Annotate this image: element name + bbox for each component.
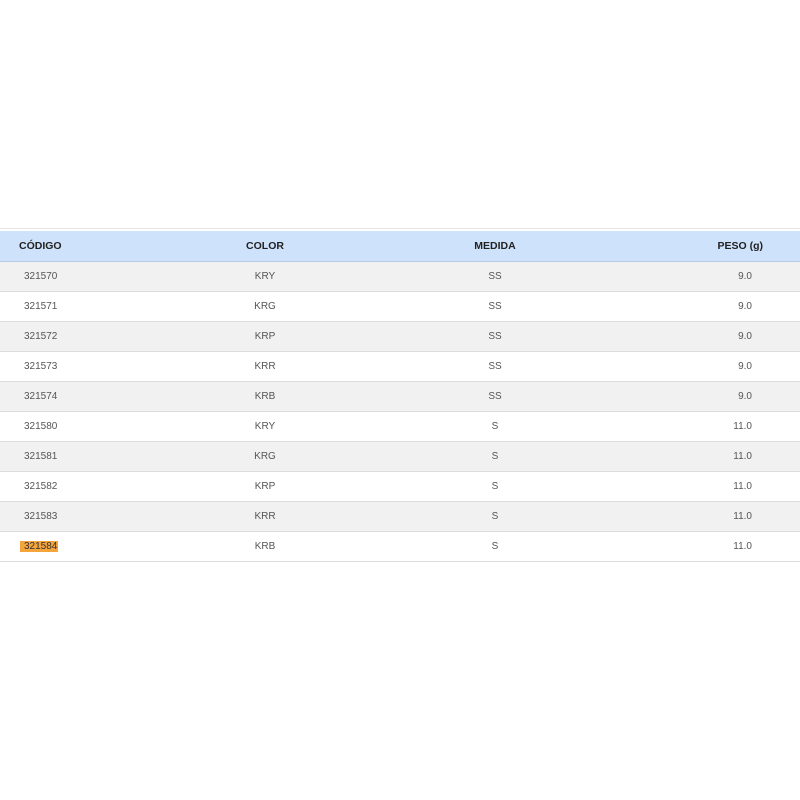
- cell-medida-value: S: [491, 541, 499, 552]
- cell-peso: 9.0: [610, 271, 800, 282]
- cell-medida-value: SS: [488, 331, 502, 342]
- cell-peso: 9.0: [610, 301, 800, 312]
- cell-codigo-value: 321573: [24, 361, 58, 372]
- cell-peso: 9.0: [610, 391, 800, 402]
- cell-medida-value: S: [491, 451, 499, 462]
- table-row: 321573 KRR SS 9.0: [0, 352, 800, 382]
- cell-medida: SS: [380, 361, 610, 372]
- cell-color-value: KRY: [254, 271, 276, 282]
- cell-medida: SS: [380, 301, 610, 312]
- highlighted-codigo: 321584: [20, 541, 59, 552]
- cell-medida: S: [380, 481, 610, 492]
- product-spec-table: CÓDIGO COLOR MEDIDA PESO (g) 321570 KRY SS…: [0, 228, 800, 562]
- cell-peso-value: 9.0: [738, 361, 752, 372]
- cell-peso: 11.0: [610, 511, 800, 522]
- header-medida[interactable]: MEDIDA: [380, 240, 610, 252]
- cell-peso-value: 11.0: [733, 541, 752, 552]
- cell-peso: 11.0: [610, 421, 800, 432]
- cell-color-value: KRB: [254, 541, 276, 552]
- cell-color: KRB: [150, 391, 380, 402]
- cell-codigo: 321581: [0, 451, 150, 462]
- cell-medida: S: [380, 511, 610, 522]
- cell-medida: SS: [380, 271, 610, 282]
- cell-color-value: KRG: [254, 451, 276, 462]
- cell-color: KRY: [150, 271, 380, 282]
- cell-medida: SS: [380, 391, 610, 402]
- cell-peso-value: 11.0: [733, 511, 752, 522]
- cell-peso: 11.0: [610, 451, 800, 462]
- cell-color-value: KRG: [254, 301, 276, 312]
- cell-medida-value: SS: [488, 271, 502, 282]
- cell-color: KRP: [150, 331, 380, 342]
- cell-color: KRR: [150, 511, 380, 522]
- table-row: 321574 KRB SS 9.0: [0, 382, 800, 412]
- table-row: 321582 KRP S 11.0: [0, 472, 800, 502]
- cell-codigo-value: 321582: [24, 481, 58, 492]
- table-row: 321571 KRG SS 9.0: [0, 292, 800, 322]
- cell-codigo: 321584: [0, 541, 150, 552]
- page: CÓDIGO COLOR MEDIDA PESO (g) 321570 KRY SS…: [0, 0, 800, 800]
- cell-color: KRG: [150, 451, 380, 462]
- cell-color-value: KRP: [254, 331, 276, 342]
- cell-color: KRB: [150, 541, 380, 552]
- cell-codigo: 321582: [0, 481, 150, 492]
- cell-medida-value: SS: [488, 361, 502, 372]
- header-peso[interactable]: PESO (g): [610, 240, 800, 252]
- cell-medida: S: [380, 541, 610, 552]
- table-row: 321572 KRP SS 9.0: [0, 322, 800, 352]
- cell-codigo-value: 321580: [24, 421, 58, 432]
- cell-codigo: 321573: [0, 361, 150, 372]
- cell-peso-value: 9.0: [738, 331, 752, 342]
- cell-color-value: KRP: [254, 481, 276, 492]
- cell-codigo-value: 321571: [24, 301, 58, 312]
- cell-codigo: 321580: [0, 421, 150, 432]
- table-body: 321570 KRY SS 9.0 321571 KRG SS 9.0 321572 KRP SS 9…: [0, 262, 800, 562]
- header-codigo[interactable]: CÓDIGO: [0, 240, 150, 252]
- cell-medida: SS: [380, 331, 610, 342]
- cell-peso: 9.0: [610, 361, 800, 372]
- table-row: 321581 KRG S 11.0: [0, 442, 800, 472]
- cell-medida-value: S: [491, 481, 499, 492]
- cell-color: KRG: [150, 301, 380, 312]
- cell-codigo: 321583: [0, 511, 150, 522]
- cell-color-value: KRR: [254, 511, 276, 522]
- cell-color-value: KRR: [254, 361, 276, 372]
- cell-codigo: 321571: [0, 301, 150, 312]
- table-header-row: CÓDIGO COLOR MEDIDA PESO (g): [0, 231, 800, 262]
- cell-color-value: KRB: [254, 391, 276, 402]
- table-row: 321580 KRY S 11.0: [0, 412, 800, 442]
- table-row: 321583 KRR S 11.0: [0, 502, 800, 532]
- cell-peso-value: 9.0: [738, 301, 752, 312]
- cell-codigo-value: 321572: [24, 331, 58, 342]
- cell-color: KRY: [150, 421, 380, 432]
- cell-codigo-value: 321583: [24, 511, 58, 522]
- cell-peso: 11.0: [610, 541, 800, 552]
- cell-peso-value: 9.0: [738, 271, 752, 282]
- cell-medida-value: S: [491, 511, 499, 522]
- cell-medida-value: SS: [488, 301, 502, 312]
- header-color[interactable]: COLOR: [150, 240, 380, 252]
- cell-peso-value: 11.0: [733, 481, 752, 492]
- cell-color: KRP: [150, 481, 380, 492]
- table-row: 321584 KRB S 11.0: [0, 532, 800, 562]
- cell-medida-value: SS: [488, 391, 502, 402]
- cell-medida: S: [380, 421, 610, 432]
- cell-peso: 9.0: [610, 331, 800, 342]
- cell-color: KRR: [150, 361, 380, 372]
- cell-codigo: 321572: [0, 331, 150, 342]
- cell-codigo-value: 321574: [24, 391, 58, 402]
- cell-codigo: 321570: [0, 271, 150, 282]
- table-row: 321570 KRY SS 9.0: [0, 262, 800, 292]
- cell-peso: 11.0: [610, 481, 800, 492]
- cell-peso-value: 11.0: [733, 421, 752, 432]
- cell-color-value: KRY: [254, 421, 276, 432]
- cell-codigo: 321574: [0, 391, 150, 402]
- cell-medida: S: [380, 451, 610, 462]
- cell-codigo-value: 321581: [24, 451, 58, 462]
- cell-codigo-value: 321570: [24, 271, 58, 282]
- cell-peso-value: 11.0: [733, 451, 752, 462]
- cell-peso-value: 9.0: [738, 391, 752, 402]
- cell-medida-value: S: [491, 421, 499, 432]
